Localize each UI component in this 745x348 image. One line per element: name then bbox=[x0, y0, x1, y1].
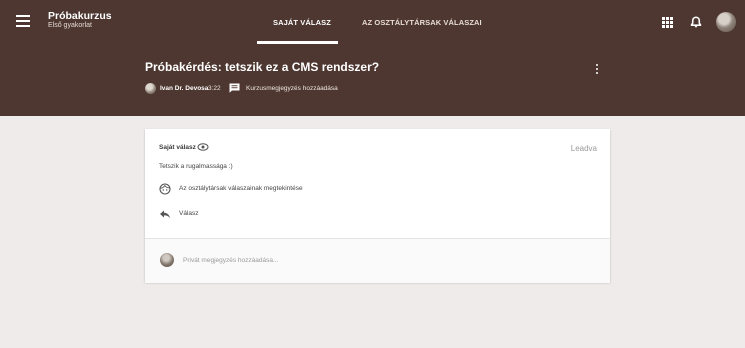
view-classmates-answers-label: Az osztálytársak válaszainak megtekintés… bbox=[179, 185, 303, 192]
current-user-avatar bbox=[160, 253, 174, 267]
author-name: Ivan Dr. Devosa bbox=[160, 85, 209, 92]
menu-icon[interactable] bbox=[16, 15, 30, 27]
tab-own-answer[interactable]: SAJÁT VÁLASZ bbox=[273, 18, 331, 28]
reply-label: Válasz bbox=[179, 210, 199, 217]
notification-bell-icon[interactable] bbox=[690, 16, 702, 28]
post-time: 3:22 bbox=[208, 85, 221, 92]
private-comment-bar bbox=[145, 238, 610, 283]
course-subtitle: Első gyakorlat bbox=[48, 22, 92, 29]
question-header: Próbakérdés: tetszik ez a CMS rendszer? … bbox=[0, 44, 745, 116]
user-avatar[interactable] bbox=[716, 12, 736, 32]
add-course-comment-link[interactable]: Kurzusmegjegyzés hozzáadása bbox=[246, 85, 338, 93]
visibility-eye-icon bbox=[197, 143, 209, 151]
course-title[interactable]: Próbakurzus bbox=[48, 11, 112, 22]
more-options-icon[interactable] bbox=[596, 64, 599, 76]
reply-icon bbox=[160, 210, 170, 219]
status-badge: Leadva bbox=[570, 144, 597, 153]
apps-grid-icon[interactable] bbox=[662, 17, 673, 28]
own-answer-label: Saját válasz bbox=[159, 144, 196, 151]
reply-link[interactable]: Válasz bbox=[159, 208, 239, 220]
question-title: Próbakérdés: tetszik ez a CMS rendszer? bbox=[145, 60, 380, 74]
own-answer-card: Saját válasz Leadva Tetszik a rugalmassá… bbox=[145, 129, 610, 283]
tab-classmates-answers[interactable]: AZ OSZTÁLYTÁRSAK VÁLASZAI bbox=[362, 18, 482, 28]
private-comment-input[interactable] bbox=[183, 254, 483, 266]
author-avatar bbox=[145, 83, 156, 94]
top-app-bar: Próbakurzus Első gyakorlat SAJÁT VÁLASZ … bbox=[0, 0, 745, 44]
answer-text: Tetszik a rugalmassága :) bbox=[159, 163, 233, 170]
view-classmates-answers-link[interactable]: Az osztálytársak válaszainak megtekintés… bbox=[159, 183, 359, 195]
comment-icon[interactable] bbox=[229, 83, 240, 93]
face-icon bbox=[159, 183, 171, 195]
